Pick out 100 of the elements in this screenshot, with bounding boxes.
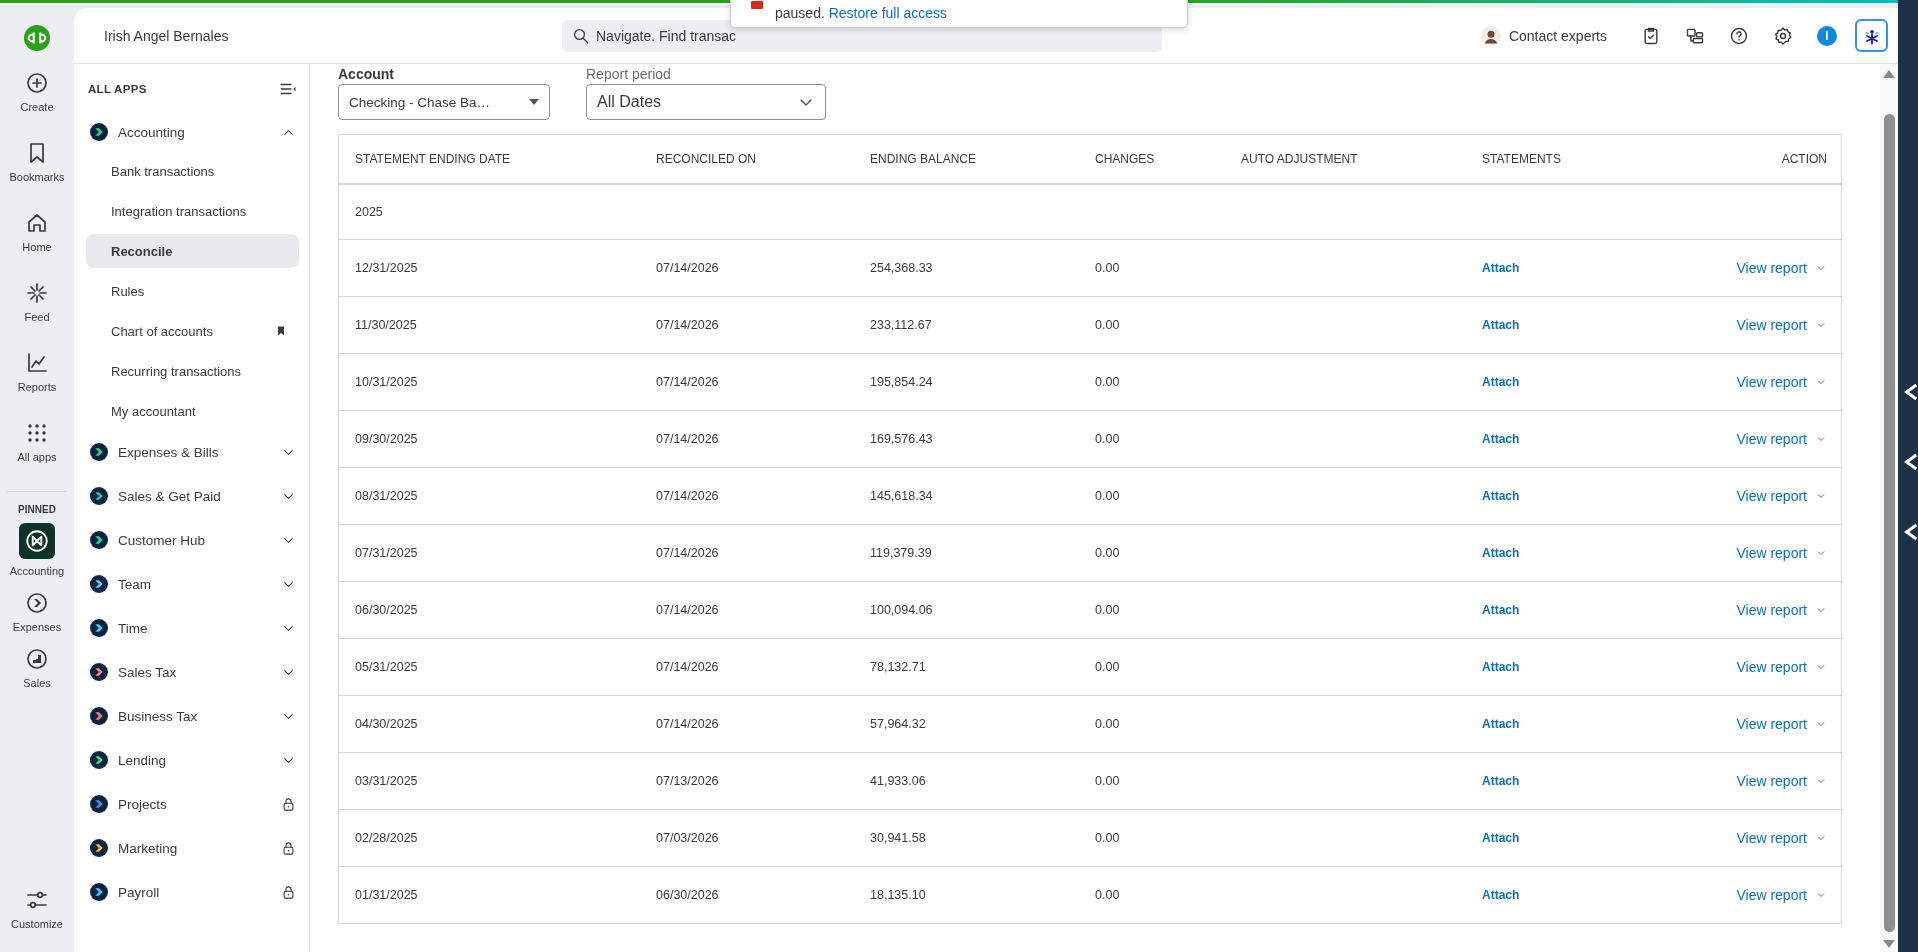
view-report-link[interactable]: View report (1736, 260, 1807, 276)
table-cell-text: 0.00 (1095, 660, 1121, 674)
table-cell-text: 30,941.58 (870, 831, 927, 845)
plus-circle-icon[interactable] (25, 71, 49, 95)
chevron-circle-icon[interactable] (25, 591, 49, 615)
attach-link[interactable]: Attach (1482, 774, 1520, 788)
app-icon (90, 795, 108, 813)
app-menu-item[interactable]: Business Tax (86, 698, 299, 734)
line-chart-icon[interactable] (25, 351, 49, 375)
help-icon[interactable] (1729, 25, 1749, 46)
attach-link[interactable]: Attach (1482, 603, 1520, 617)
table-cell-text: 0.00 (1095, 375, 1121, 389)
attach-link[interactable]: Attach (1482, 318, 1520, 332)
table-cell-text: 78,132.71 (870, 660, 927, 674)
chevron-left-icon[interactable] (1904, 452, 1918, 472)
sparkle-icon[interactable] (25, 281, 49, 305)
chevron-left-icon[interactable] (1904, 522, 1918, 542)
home-icon[interactable] (25, 211, 49, 235)
table-cell-text: 07/14/2026 (656, 660, 720, 674)
group-label: 2025 (355, 205, 384, 219)
view-report-link[interactable]: View report (1736, 545, 1807, 561)
attach-link[interactable]: Attach (1482, 660, 1520, 674)
rail-item[interactable]: Accounting (9, 523, 65, 577)
view-report-link[interactable]: View report (1736, 317, 1807, 333)
app-menu-item[interactable]: Marketing (86, 830, 299, 866)
table-cell-text: 233,112.67 (870, 318, 933, 332)
submenu-item[interactable]: Integration transactions (86, 194, 299, 228)
clipboard-check-icon[interactable] (1641, 25, 1661, 46)
submenu-item[interactable]: Bank transactions (86, 154, 299, 188)
column-header: AUTO ADJUSTMENT (1241, 152, 1359, 166)
scroll-up-icon[interactable] (1883, 70, 1895, 78)
logo-icon[interactable] (24, 25, 50, 51)
app-menu-item[interactable]: Accounting (86, 114, 299, 150)
view-report-link[interactable]: View report (1736, 887, 1807, 903)
steps-circle-icon[interactable] (25, 647, 49, 671)
submenu-item[interactable]: My accountant (86, 394, 299, 428)
table-cell-text: 119,379.39 (870, 546, 933, 560)
app-icon (90, 663, 108, 681)
grid-dots-icon[interactable] (25, 421, 49, 445)
attach-link[interactable]: Attach (1482, 489, 1520, 503)
rail-item[interactable]: Sales (23, 647, 51, 689)
app-menu-item[interactable]: Expenses & Bills (86, 434, 299, 470)
scrollbar[interactable] (1880, 64, 1898, 952)
app-icon (90, 839, 108, 857)
rail-item[interactable]: Feed (24, 281, 50, 323)
attach-link[interactable]: Attach (1482, 717, 1520, 731)
app-menu-item[interactable]: Payroll (86, 874, 299, 910)
view-report-link[interactable]: View report (1736, 659, 1807, 675)
rail-item[interactable]: All apps (17, 421, 57, 463)
app-menu-item[interactable]: Team (86, 566, 299, 602)
lock-icon (281, 796, 296, 812)
rail-item[interactable]: Create (20, 71, 54, 113)
rail-item[interactable]: Bookmarks (9, 141, 65, 183)
restore-access-link[interactable]: Restore full access (828, 5, 947, 21)
view-report-link[interactable]: View report (1736, 830, 1807, 846)
submenu-item[interactable]: Chart of accounts (86, 314, 299, 348)
rail-item[interactable]: Expenses (12, 591, 62, 633)
table-cell-text: 07/14/2026 (656, 261, 720, 275)
app-menu-item[interactable]: Sales Tax (86, 654, 299, 690)
report-period-dropdown[interactable]: All Dates (586, 84, 826, 120)
app-menu-item[interactable]: Customer Hub (86, 522, 299, 558)
attach-link[interactable]: Attach (1482, 375, 1520, 389)
rail-item[interactable]: Customize (11, 888, 63, 930)
rail-item[interactable]: Reports (17, 351, 57, 393)
submenu-item[interactable]: Recurring transactions (86, 354, 299, 388)
contact-experts-button[interactable]: Contact experts (1480, 25, 1607, 46)
table-cell-text: 0.00 (1095, 432, 1121, 446)
table-cell-text: 145,618.34 (870, 489, 934, 503)
bowtie-circle-icon[interactable] (24, 528, 50, 554)
attach-link[interactable]: Attach (1482, 432, 1520, 446)
app-menu-item[interactable]: Lending (86, 742, 299, 778)
app-menu-item[interactable]: Projects (86, 786, 299, 822)
view-report-link[interactable]: View report (1736, 716, 1807, 732)
attach-link[interactable]: Attach (1482, 261, 1520, 275)
settings-icon[interactable] (1773, 25, 1793, 46)
view-report-link[interactable]: View report (1736, 773, 1807, 789)
attach-link[interactable]: Attach (1482, 831, 1520, 845)
attach-link[interactable]: Attach (1482, 888, 1520, 902)
app-menu-item[interactable]: Sales & Get Paid (86, 478, 299, 514)
table-cell-text: 07/14/2026 (656, 717, 720, 731)
warning-icon (751, 1, 763, 9)
attach-link[interactable]: Attach (1482, 546, 1520, 560)
app-menu-item[interactable]: Time (86, 610, 299, 646)
scrollbar-thumb[interactable] (1883, 114, 1895, 932)
table-cell-text: 41,933.06 (870, 774, 927, 788)
scroll-down-icon[interactable] (1883, 940, 1895, 948)
view-report-link[interactable]: View report (1736, 374, 1807, 390)
view-report-link[interactable]: View report (1736, 431, 1807, 447)
table-cell-text: 18,135.10 (870, 888, 927, 902)
column-header: ENDING BALANCE (870, 152, 978, 166)
view-report-link[interactable]: View report (1736, 602, 1807, 618)
view-report-link[interactable]: View report (1736, 488, 1807, 504)
table-cell-text: 07/14/2026 (656, 603, 720, 617)
assistant-button[interactable] (1855, 19, 1888, 52)
submenu-item[interactable]: Reconcile (86, 234, 299, 268)
rail-item[interactable]: Home (22, 211, 52, 253)
account-dropdown[interactable]: Checking - Chase Ba… (338, 84, 550, 120)
chevron-left-icon[interactable] (1904, 382, 1918, 402)
submenu-item[interactable]: Rules (86, 274, 299, 308)
profile-button[interactable]: I (1817, 25, 1837, 46)
